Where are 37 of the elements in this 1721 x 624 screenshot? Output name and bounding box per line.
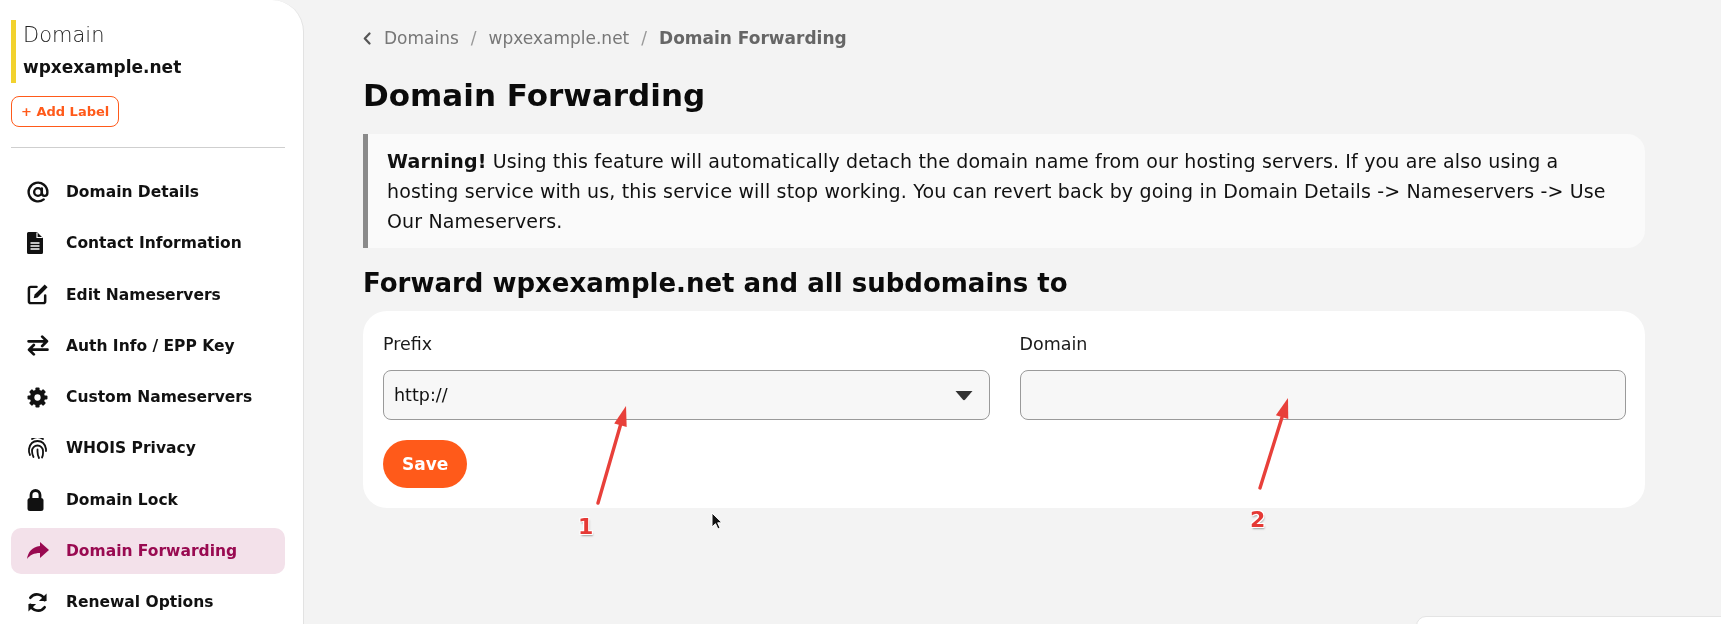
- document-icon: [27, 232, 43, 255]
- sidebar-item[interactable]: Renewal Options: [11, 579, 285, 624]
- sidebar-item[interactable]: Domain Forwarding: [11, 528, 285, 575]
- caret-down-icon: [953, 389, 974, 401]
- annotation-number: 2: [1250, 507, 1266, 533]
- breadcrumb-separator: /: [641, 28, 647, 48]
- warning-message: Warning! Using this feature will automatically detach the domain name from our hosting servers. If you are also using a hosting service with us, this service will stop working. You can revert back by going in Domain Details -> Nameservers -> Use Our Nameservers.: [387, 149, 1607, 234]
- domain-input[interactable]: [1019, 370, 1626, 420]
- prefix-select[interactable]: http://: [383, 370, 990, 420]
- sidebar-item[interactable]: Custom Nameservers: [11, 374, 285, 421]
- form-heading: Forward wpxexample.net and all subdomains to: [363, 268, 1069, 299]
- refresh-icon: [27, 591, 48, 613]
- at-sign-icon: [27, 181, 49, 203]
- back-chevron-icon[interactable]: [363, 31, 371, 45]
- sidebar-item[interactable]: WHOIS Privacy: [11, 425, 285, 472]
- sidebar-item[interactable]: Auth Info / EPP Key: [11, 322, 285, 369]
- sidebar-item[interactable]: Domain Details: [11, 169, 285, 215]
- breadcrumb-link[interactable]: Domains: [384, 28, 459, 48]
- swap-arrows-icon: [27, 335, 49, 357]
- field-label: Prefix: [383, 333, 434, 355]
- fingerprint-icon: [27, 438, 48, 459]
- domain-name: wpxexample.net: [23, 56, 183, 79]
- page-title: Domain Forwarding: [363, 77, 707, 113]
- sidebar-item[interactable]: Contact Information: [11, 220, 285, 267]
- mouse-pointer-icon: [711, 512, 723, 530]
- edit-icon: [27, 283, 49, 306]
- sidebar-item[interactable]: Edit Nameservers: [11, 271, 285, 318]
- field-label: Domain: [1019, 333, 1089, 355]
- annotation-number: 1: [578, 514, 594, 540]
- settings-icon: [27, 386, 48, 408]
- breadcrumb-link[interactable]: wpxexample.net: [488, 28, 630, 48]
- breadcrumb-link[interactable]: Domain Forwarding: [659, 28, 847, 48]
- share-arrow-icon: [27, 542, 49, 561]
- lock-icon: [27, 488, 44, 511]
- domain-heading: Domain: [23, 22, 106, 49]
- breadcrumb-separator: /: [470, 28, 477, 48]
- sidebar-item[interactable]: Domain Lock: [11, 476, 285, 523]
